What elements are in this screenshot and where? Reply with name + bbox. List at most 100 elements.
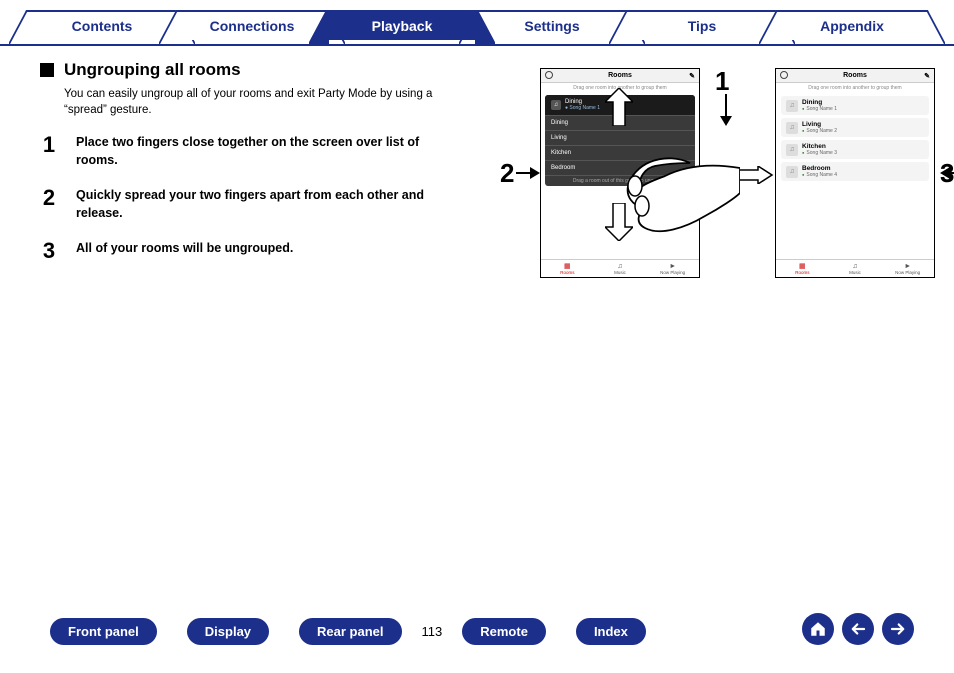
illustration-label-2: 2 — [500, 158, 514, 189]
tab-connections[interactable]: Connections — [177, 10, 327, 40]
tab-label: Appendix — [820, 18, 884, 34]
footer-nowplaying: ►Now Playing — [646, 260, 699, 277]
next-page-button[interactable] — [882, 613, 914, 645]
arrow-left-icon — [938, 166, 954, 180]
remote-button[interactable]: Remote — [462, 618, 546, 645]
tab-playback[interactable]: Playback — [327, 10, 477, 40]
square-bullet-icon — [40, 63, 54, 77]
pause-icon — [545, 71, 553, 79]
tab-label: Settings — [524, 18, 579, 34]
tab-contents[interactable]: Contents — [27, 10, 177, 40]
step-text: All of your rooms will be ungrouped. — [76, 238, 293, 258]
music-note-icon: ♫ — [786, 122, 798, 134]
phone-footer: ▦Rooms ♫Music ►Now Playing — [541, 259, 699, 277]
edit-icon: ✎ — [689, 72, 695, 80]
nav-icons — [802, 613, 914, 645]
room-name: Bedroom — [551, 165, 575, 171]
edit-icon: ✎ — [924, 72, 930, 80]
phones-illustration: 1 2 3 Rooms ✎ Drag one room into another… — [480, 68, 940, 318]
section-heading: Ungrouping all rooms — [64, 60, 241, 80]
song-name: Song Name 2 — [802, 128, 837, 134]
room-name: Living — [802, 121, 837, 128]
room-card: ♫ BedroomSong Name 4 — [781, 162, 929, 181]
steps-list: 1 Place two fingers close together on th… — [40, 132, 460, 264]
pause-icon — [780, 71, 788, 79]
room-card: ♫ DiningSong Name 1 — [781, 96, 929, 115]
arrow-right-icon — [889, 620, 907, 638]
tab-label: Contents — [72, 18, 133, 34]
step-1: 1 Place two fingers close together on th… — [40, 132, 460, 169]
step-number: 3 — [40, 238, 58, 264]
room-name: Dining — [551, 120, 568, 126]
room-name: Living — [551, 135, 567, 141]
phone-title: Rooms — [843, 72, 867, 79]
page-number: 113 — [422, 624, 443, 639]
music-icon: ♫ — [617, 263, 622, 270]
room-row: Living — [545, 131, 695, 146]
music-note-icon: ♫ — [786, 144, 798, 156]
footer-music: ♫Music — [594, 260, 647, 277]
phone-header: Rooms ✎ — [541, 69, 699, 83]
room-row: Bedroom — [545, 161, 695, 176]
tab-label: Connections — [210, 18, 295, 34]
arrow-right-icon — [516, 166, 542, 180]
room-name: Dining — [802, 99, 837, 106]
arrow-up-outline-icon — [605, 88, 633, 126]
phone-footer: ▦Rooms ♫Music ►Now Playing — [776, 259, 934, 277]
music-note-icon: ♫ — [786, 166, 798, 178]
arrow-left-icon — [849, 620, 867, 638]
room-name: Bedroom — [802, 165, 837, 172]
rear-panel-button[interactable]: Rear panel — [299, 618, 401, 645]
music-icon: ♫ — [852, 263, 857, 270]
phone-header: Rooms ✎ — [776, 69, 934, 83]
room-card: ♫ LivingSong Name 2 — [781, 118, 929, 137]
rooms-icon: ▦ — [799, 263, 806, 270]
home-icon — [809, 620, 827, 638]
music-note-icon: ♫ — [786, 100, 798, 112]
step-3: 3 All of your rooms will be ungrouped. — [40, 238, 460, 264]
arrow-down-icon — [718, 94, 734, 128]
index-button[interactable]: Index — [576, 618, 646, 645]
song-name: Song Name 3 — [802, 150, 837, 156]
tab-label: Playback — [372, 18, 433, 34]
step-2: 2 Quickly spread your two fingers apart … — [40, 185, 460, 222]
main-content: Ungrouping all rooms You can easily ungr… — [40, 60, 460, 280]
play-icon: ► — [669, 263, 676, 270]
footer-rooms: ▦Rooms — [776, 260, 829, 277]
arrow-right-outline-icon — [734, 166, 774, 184]
room-row: Kitchen — [545, 146, 695, 161]
step-number: 1 — [40, 132, 58, 158]
drag-hint: Drag one room into another to group them — [776, 83, 934, 93]
arrow-down-outline-icon — [605, 203, 633, 241]
display-button[interactable]: Display — [187, 618, 269, 645]
drag-out-hint: Drag a room out of this group to ungroup… — [545, 176, 695, 186]
top-tabs: Contents Connections Playback Settings T… — [0, 10, 954, 46]
music-note-icon: ♫ — [551, 100, 561, 110]
rooms-icon: ▦ — [564, 263, 571, 270]
phone-title: Rooms — [608, 72, 632, 79]
tab-appendix[interactable]: Appendix — [777, 10, 927, 40]
prev-page-button[interactable] — [842, 613, 874, 645]
room-name: Kitchen — [551, 150, 571, 156]
home-button[interactable] — [802, 613, 834, 645]
step-text: Quickly spread your two fingers apart fr… — [76, 185, 460, 222]
step-number: 2 — [40, 185, 58, 211]
footer-rooms: ▦Rooms — [541, 260, 594, 277]
illustration-label-1: 1 — [715, 66, 729, 97]
step-text: Place two fingers close together on the … — [76, 132, 460, 169]
footer-nowplaying: ►Now Playing — [881, 260, 934, 277]
section-intro: You can easily ungroup all of your rooms… — [64, 86, 460, 118]
tab-settings[interactable]: Settings — [477, 10, 627, 40]
bottom-nav: Front panel Display Rear panel 113 Remot… — [0, 618, 954, 645]
play-icon: ► — [904, 263, 911, 270]
phone-after: Rooms ✎ Drag one room into another to gr… — [775, 68, 935, 278]
room-card: ♫ KitchenSong Name 3 — [781, 140, 929, 159]
song-name: Song Name 4 — [802, 172, 837, 178]
tab-label: Tips — [688, 18, 717, 34]
song-name: Song Name 1 — [802, 106, 837, 112]
front-panel-button[interactable]: Front panel — [50, 618, 157, 645]
footer-music: ♫Music — [829, 260, 882, 277]
song-name: ● Song Name 1 — [565, 105, 600, 111]
tab-tips[interactable]: Tips — [627, 10, 777, 40]
room-name: Kitchen — [802, 143, 837, 150]
